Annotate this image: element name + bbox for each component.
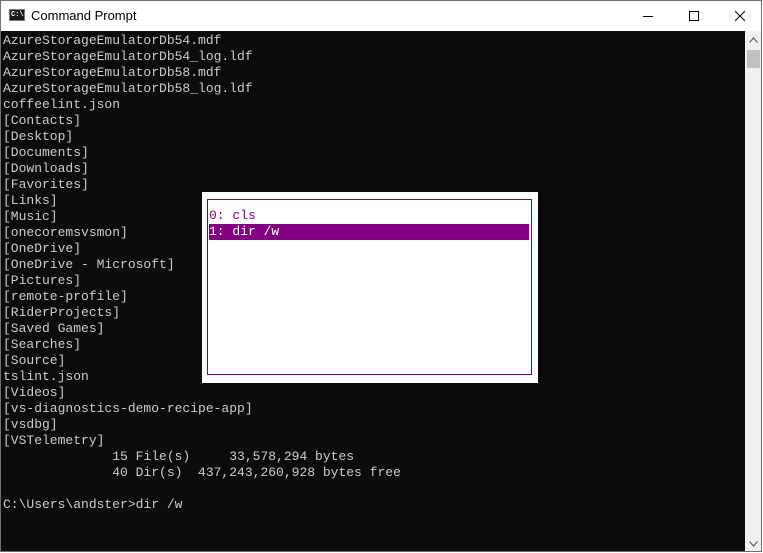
console-line: [OneDrive] [3, 241, 82, 256]
console-line: [vsdbg] [3, 417, 58, 432]
console-line: [remote-profile] [3, 289, 128, 304]
maximize-icon [689, 11, 699, 21]
file-count-summary: 15 File(s) 33,578,294 bytes [3, 449, 355, 464]
console-line: [Searches] [3, 337, 82, 352]
console-line: [Favorites] [3, 177, 89, 192]
command-prompt-app-icon[interactable]: C:\. [9, 9, 25, 21]
console-line: [Downloads] [3, 161, 89, 176]
console-line: [Music] [3, 209, 58, 224]
console-line: [OneDrive - Microsoft] [3, 257, 175, 272]
scroll-up-arrow-icon [749, 36, 758, 43]
minimize-icon [643, 16, 653, 17]
console-line: [Documents] [3, 145, 89, 160]
command-prompt-line[interactable]: C:\Users\andster>dir /w [3, 497, 182, 513]
console-line: coffeelint.json [3, 97, 121, 112]
console-line: [VSTelemetry] [3, 433, 105, 448]
console-line: AzureStorageEmulatorDb54_log.ldf [3, 49, 253, 64]
scroll-down-button[interactable] [745, 535, 761, 551]
vertical-scrollbar[interactable] [745, 31, 761, 551]
console-line: [Videos] [3, 385, 66, 400]
console-line: [Pictures] [3, 273, 82, 288]
title-bar[interactable]: C:\. Command Prompt [1, 1, 761, 31]
console-line: AzureStorageEmulatorDb58.mdf [3, 65, 222, 80]
minimize-button[interactable] [625, 1, 671, 31]
window-title: Command Prompt [31, 8, 137, 23]
console-line: [Links] [3, 193, 58, 208]
console-line: [vs-diagnostics-demo-recipe-app] [3, 401, 253, 416]
scroll-down-arrow-icon [749, 540, 758, 547]
console-line: [RiderProjects] [3, 305, 121, 320]
scroll-up-button[interactable] [745, 31, 761, 48]
maximize-button[interactable] [671, 1, 717, 31]
scrollbar-thumb[interactable] [747, 50, 760, 68]
console-line: tslint.json [3, 369, 89, 384]
dir-count-summary: 40 Dir(s) 437,243,260,928 bytes free [3, 465, 401, 480]
console-line: [Desktop] [3, 129, 74, 144]
close-button[interactable] [717, 1, 761, 31]
command-prompt-window: C:\. Command Prompt AzureStorageEmulator… [0, 0, 762, 552]
history-item-dir-selected[interactable]: 1: dir /w [209, 224, 529, 240]
history-item-cls[interactable]: 0: cls [209, 208, 529, 224]
console-line: [Saved Games] [3, 321, 105, 336]
console-line: [Source] [3, 353, 66, 368]
console-line: [Contacts] [3, 113, 82, 128]
console-line: AzureStorageEmulatorDb54.mdf [3, 33, 222, 48]
close-icon [735, 11, 745, 21]
console-line: AzureStorageEmulatorDb58_log.ldf [3, 81, 253, 96]
console-line: [onecoremsvsmon] [3, 225, 128, 240]
